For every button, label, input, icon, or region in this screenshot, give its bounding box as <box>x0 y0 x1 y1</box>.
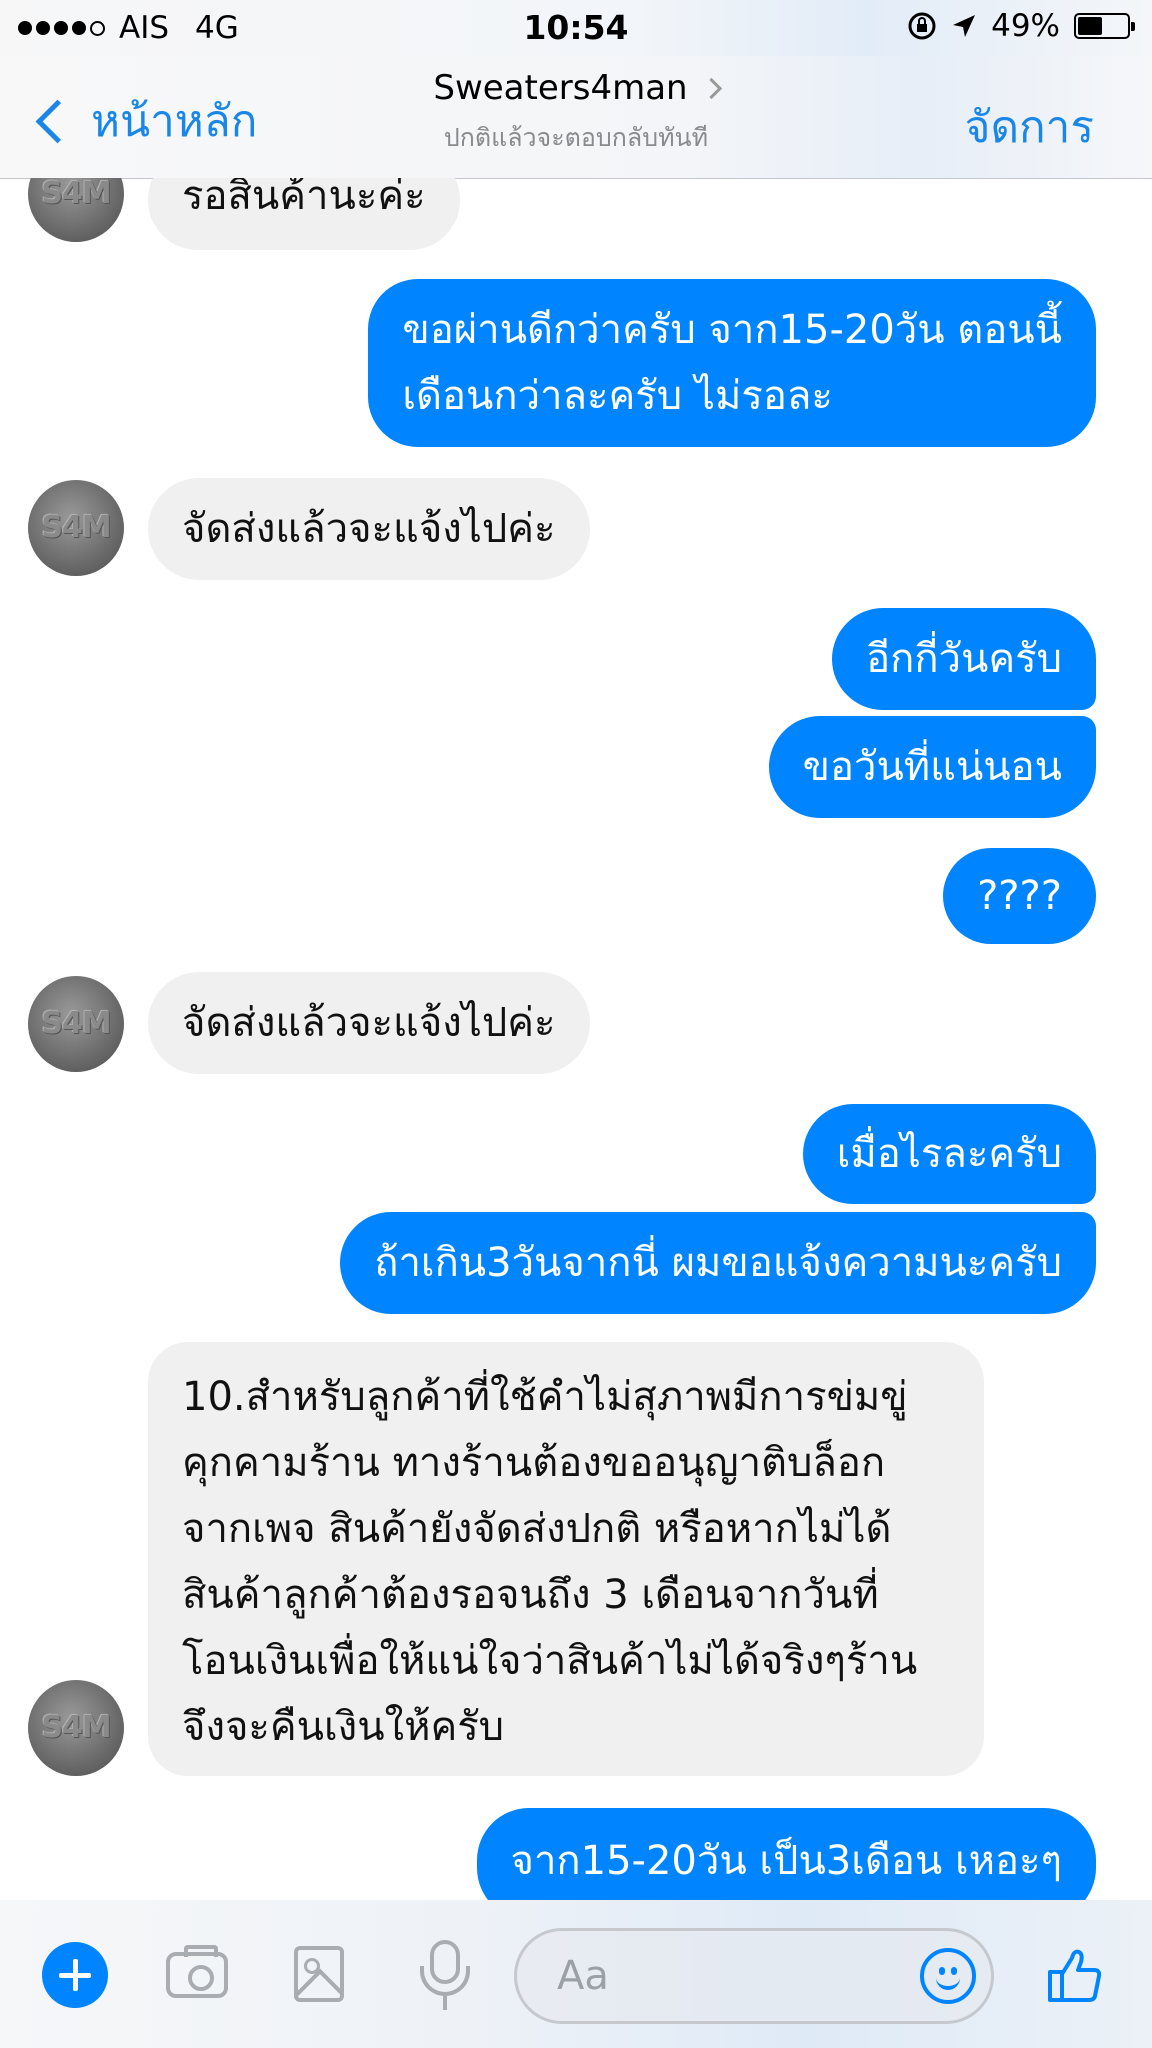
message-line: จึงจะคืนเงินให้ครับ <box>182 1704 505 1750</box>
contact-name: Sweaters4man <box>433 68 688 108</box>
message-bubble-outgoing[interactable]: ???? <box>943 848 1096 944</box>
message-text: อีกกี่วันครับ <box>866 636 1062 682</box>
message-line: จากเพจ สินค้ายังจัดส่งปกติ หรือหากไม่ได้ <box>182 1506 892 1552</box>
message-line: สินค้าลูกค้าต้องรอจนถึง 3 เดือนจากวันที่ <box>182 1572 879 1618</box>
message-line: 10.สำหรับลูกค้าที่ใช้คำไม่สุภาพมีการข่มข… <box>182 1374 908 1420</box>
message-text: รอสินค้านะค่ะ <box>182 178 426 219</box>
message-text: ขอวันที่แน่นอน <box>802 744 1062 790</box>
message-bubble-outgoing[interactable]: จาก15-20วัน เป็น3เดือน เหอะๆ <box>476 1808 1096 1900</box>
image-icon[interactable] <box>294 1946 344 2002</box>
manage-button[interactable]: จัดการ <box>965 92 1094 162</box>
message-bubble-outgoing[interactable]: เมื่อไรละครับ <box>802 1104 1096 1204</box>
avatar[interactable]: S4M <box>28 976 124 1072</box>
message-bubble-outgoing[interactable]: ถ้าเกิน3วันจากนี่ ผมขอแจ้งความนะครับ <box>340 1212 1096 1314</box>
battery-icon <box>1074 13 1135 39</box>
message-bubble-outgoing[interactable]: ขอวันที่แน่นอน <box>768 716 1096 818</box>
message-text: จัดส่งแล้วจะแจ้งไปค่ะ <box>182 1000 556 1046</box>
status-right: 49% <box>907 8 1135 44</box>
microphone-stem-icon <box>443 1996 447 2010</box>
plus-icon[interactable] <box>42 1942 108 2008</box>
chevron-right-icon <box>700 77 722 99</box>
message-bubble-incoming[interactable]: จัดส่งแล้วจะแจ้งไปค่ะ <box>148 478 590 580</box>
message-bubble-outgoing[interactable]: ขอผ่านดีกว่าครับ จาก15-20วัน ตอนนี้ เดือ… <box>368 279 1096 447</box>
message-line: คุกคามร้าน ทางร้านต้องขออนุญาติบล็อก <box>182 1440 886 1486</box>
location-arrow-icon <box>953 15 976 37</box>
message-text: จาก15-20วัน เป็น3เดือน เหอะๆ <box>510 1838 1062 1884</box>
message-text: จัดส่งแล้วจะแจ้งไปค่ะ <box>182 506 556 552</box>
message-list[interactable]: S4M S4M S4M S4M รอสินค้านะค่ะ ขอผ่านดีกว… <box>0 178 1152 1900</box>
avatar[interactable]: S4M <box>28 178 124 242</box>
message-line: ขอผ่านดีกว่าครับ จาก15-20วัน ตอนนี้ <box>402 307 1062 353</box>
contact-name-row[interactable]: Sweaters4man <box>433 68 722 108</box>
message-bubble-outgoing[interactable]: อีกกี่วันครับ <box>832 608 1096 710</box>
message-input-placeholder: Aa <box>557 1953 609 1999</box>
orientation-lock-icon <box>908 12 936 40</box>
message-bubble-incoming[interactable]: จัดส่งแล้วจะแจ้งไปค่ะ <box>148 972 590 1074</box>
message-text: เมื่อไรละครับ <box>836 1131 1062 1177</box>
like-icon[interactable] <box>1044 1946 1104 2006</box>
message-text: ???? <box>977 873 1062 919</box>
camera-icon[interactable] <box>166 1945 228 1998</box>
message-line: เดือนกว่าละครับ ไม่รอละ <box>402 373 833 419</box>
composer-bar: Aa <box>0 1900 1152 2048</box>
battery-percent: 49% <box>991 8 1060 44</box>
status-bar: AIS 4G 10:54 49% <box>0 0 1152 56</box>
avatar[interactable]: S4M <box>28 1680 124 1776</box>
message-bubble-incoming[interactable]: รอสินค้านะค่ะ <box>148 178 460 250</box>
message-text: ถ้าเกิน3วันจากนี่ ผมขอแจ้งความนะครับ <box>374 1240 1062 1286</box>
message-line: โอนเงินเพื่อให้แน่ใจว่าสินค้าไม่ได้จริงๆ… <box>182 1638 918 1684</box>
avatar[interactable]: S4M <box>28 480 124 576</box>
emoji-icon[interactable] <box>920 1948 976 2004</box>
microphone-stand-icon <box>420 1966 470 1996</box>
conversation-header: หน้าหลัก Sweaters4man ปกติแล้วจะตอบกลับท… <box>0 56 1152 179</box>
message-bubble-incoming[interactable]: 10.สำหรับลูกค้าที่ใช้คำไม่สุภาพมีการข่มข… <box>148 1342 984 1776</box>
